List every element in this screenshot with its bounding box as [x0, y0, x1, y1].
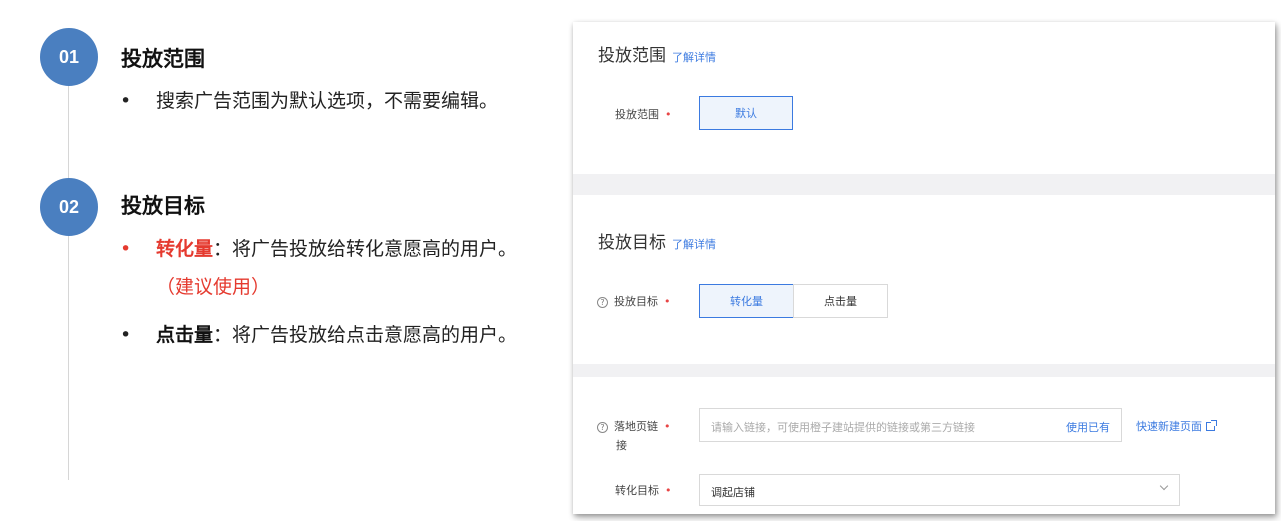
bullet-dot: • [120, 238, 132, 260]
conversion-bullet-text: 转化量：将广告投放给转化意愿高的用户。 （建议使用） [120, 230, 540, 306]
landing-url-placeholder: 请输入链接，可使用橙子建站提供的链接或第三方链接 [711, 421, 975, 434]
conversion-goal-value: 调起店铺 [711, 486, 755, 499]
bullet-dot: • [120, 324, 132, 346]
conversion-goal-label-text: 转化目标 [615, 484, 659, 497]
goal-option-conversion[interactable]: 转化量 [699, 284, 794, 318]
goal-option-click[interactable]: 点击量 [793, 284, 888, 318]
landing-label-line1: 落地页链 [614, 420, 658, 433]
conversion-term: 转化量 [156, 238, 214, 260]
ad-settings-screenshot: 投放范围 了解详情 投放范围 • 默认 投放目标 了解详情 ? 投放目标 • 转化量 点击… [573, 22, 1275, 514]
scope-bullet-text: 搜索广告范围为默认选项，不需要编辑。 [156, 90, 499, 112]
goal-label-text: 投放目标 [614, 295, 658, 308]
goal-bullet-click: • 点击量：将广告投放给点击意愿高的用户。 [120, 316, 540, 354]
chevron-down-icon [1159, 481, 1169, 491]
goal-learn-more-link[interactable]: 了解详情 [672, 238, 716, 251]
step-badge-02: 02 [40, 178, 98, 236]
quick-create-text: 快速新建页面 [1136, 420, 1202, 433]
bullet-dot: • [120, 90, 132, 112]
conversion-goal-label: 转化目标 • [615, 482, 672, 498]
scope-bullet: • 搜索广告范围为默认选项，不需要编辑。 [120, 82, 540, 120]
landing-url-input[interactable]: 请输入链接，可使用橙子建站提供的链接或第三方链接 使用已有 [699, 408, 1122, 442]
click-bullet-text: 点击量：将广告投放给点击意愿高的用户。 [120, 316, 540, 354]
help-icon[interactable]: ? [597, 422, 608, 433]
goal-bullet-conversion: • 转化量：将广告投放给转化意愿高的用户。 （建议使用） [120, 230, 540, 306]
click-term: 点击量 [156, 324, 214, 346]
conversion-goal-select[interactable]: 调起店铺 [699, 474, 1180, 506]
goal-label: ? 投放目标 • [597, 293, 671, 309]
scope-label-text: 投放范围 [615, 108, 659, 121]
click-desc: ：将广告投放给点击意愿高的用户。 [213, 324, 518, 346]
required-mark: • [664, 295, 671, 308]
use-existing-link[interactable]: 使用已有 [1066, 419, 1110, 435]
help-icon[interactable]: ? [597, 297, 608, 308]
landing-label: ? 落地页链 • 接 [597, 418, 671, 453]
scope-card: 投放范围 了解详情 投放范围 • 默认 [573, 22, 1275, 174]
landing-label-line2: 接 [616, 439, 627, 452]
conversion-desc: ：将广告投放给转化意愿高的用户。 [213, 238, 518, 260]
scope-learn-more-link[interactable]: 了解详情 [672, 51, 716, 64]
timeline-line [68, 60, 69, 480]
step-title-scope: 投放范围 [121, 47, 205, 71]
required-mark: • [664, 420, 671, 433]
goal-card-title: 投放目标 了解详情 [598, 228, 716, 253]
required-mark: • [665, 108, 672, 121]
step-badge-01: 01 [40, 28, 98, 86]
scope-heading: 投放范围 [598, 46, 666, 66]
scope-label: 投放范围 • [615, 106, 672, 122]
external-link-icon [1206, 420, 1217, 431]
scope-card-title: 投放范围 了解详情 [598, 41, 716, 66]
required-mark: • [665, 484, 672, 497]
step-title-goal: 投放目标 [121, 194, 205, 218]
landing-card: ? 落地页链 • 接 请输入链接，可使用橙子建站提供的链接或第三方链接 使用已有 快… [573, 377, 1275, 514]
goal-card: 投放目标 了解详情 ? 投放目标 • 转化量 点击量 [573, 195, 1275, 364]
recommended-note: （建议使用） [156, 276, 271, 298]
quick-create-page-link[interactable]: 快速新建页面 [1136, 418, 1217, 434]
goal-heading: 投放目标 [598, 233, 666, 253]
scope-default-option[interactable]: 默认 [699, 96, 793, 130]
